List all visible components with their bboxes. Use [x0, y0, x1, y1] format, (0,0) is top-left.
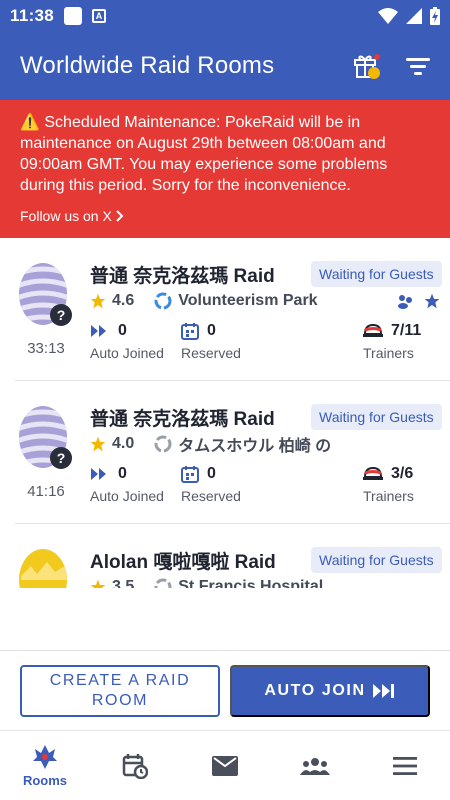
mail-icon [212, 755, 238, 776]
reserved-label: Reserved [181, 345, 241, 361]
raid-title: 普通 奈克洛茲瑪 Raid [90, 409, 275, 430]
maintenance-banner: ⚠️ Scheduled Maintenance: PokeRaid will … [0, 100, 450, 238]
status-bar: 11:38 A [0, 0, 450, 32]
auto-joined-label: Auto Joined [90, 488, 164, 504]
app-bar: Worldwide Raid Rooms [0, 32, 450, 100]
group-icon [300, 757, 330, 775]
notification-a-icon: A [92, 9, 107, 23]
status-icons [378, 7, 440, 25]
raid-list-item[interactable]: Alolan 嘎啦嘎啦 Raid Waiting for Guests 3.5 … [15, 524, 450, 588]
reserved-value: 0 [207, 322, 216, 339]
star-icon [90, 436, 106, 452]
raid-list[interactable]: ? 33:13 普通 奈克洛茲瑪 Raid Waiting for Guests… [0, 238, 450, 588]
raid-meta: 4.0 タムスホウル 柏崎 の [90, 433, 440, 455]
raid-extra-icons [396, 290, 440, 312]
team-neutral-icon [154, 435, 172, 453]
reserved-label: Reserved [181, 488, 241, 504]
auto-joined-stat: 0 Auto Joined [90, 463, 164, 504]
auto-joined-value: 0 [118, 322, 127, 339]
bottom-nav: Rooms [0, 730, 450, 800]
auto-joined-value: 0 [118, 465, 127, 482]
page-title: Worldwide Raid Rooms [20, 52, 275, 79]
reserved-stat: 0 Reserved [181, 463, 241, 504]
calendar-icon [181, 466, 199, 483]
auto-join-label: AUTO JOIN [264, 682, 366, 699]
double-chevron-icon [372, 684, 394, 698]
svg-text:?: ? [57, 307, 66, 323]
auto-join-button[interactable]: AUTO JOIN [230, 665, 430, 717]
nav-rooms-label: Rooms [22, 773, 68, 788]
raid-list-item[interactable]: ? 33:13 普通 奈克洛茲瑪 Raid Waiting for Guests… [15, 238, 450, 381]
maintenance-text: ⚠️ Scheduled Maintenance: PokeRaid will … [20, 114, 388, 194]
status-badge: Waiting for Guests [311, 404, 442, 430]
nav-schedule[interactable] [90, 731, 180, 800]
raid-timer: 41:16 [27, 483, 65, 500]
follow-us-link[interactable]: Follow us on X [20, 208, 124, 224]
notification-square-icon [64, 7, 83, 25]
double-chevron-icon [91, 325, 106, 337]
host-rating: 3.5 [112, 578, 135, 588]
raid-egg-icon: ? [17, 260, 77, 330]
gift-icon [354, 54, 380, 79]
raid-location: タムスホウル 柏崎 の [178, 438, 332, 455]
raid-meta: 3.5 St Francis Hospital [90, 576, 440, 588]
trainers-stat: 7/11 Trainers [363, 320, 421, 361]
team-mystic-icon [154, 292, 172, 310]
hamburger-menu-icon [393, 756, 417, 775]
star-icon [90, 293, 106, 309]
svg-text:?: ? [57, 450, 66, 466]
auto-joined-stat: 0 Auto Joined [90, 320, 164, 361]
nav-messages[interactable] [180, 731, 270, 800]
raid-location: Volunteerism Park [178, 292, 318, 309]
signal-icon [406, 8, 422, 24]
raid-location: St Francis Hospital [178, 578, 324, 588]
raid-list-item[interactable]: ? 41:16 普通 奈克洛茲瑪 Raid Waiting for Guests… [15, 381, 450, 524]
filter-icon [406, 58, 430, 75]
status-badge: Waiting for Guests [311, 547, 442, 573]
raid-title: Alolan 嘎啦嘎啦 Raid [90, 552, 276, 573]
trainer-hat-icon [363, 467, 383, 480]
chevron-right-icon [116, 210, 124, 222]
team-neutral-icon [154, 578, 172, 588]
host-rating: 4.6 [112, 292, 135, 309]
trainer-hat-icon [363, 324, 383, 337]
sparkle-icon [424, 293, 440, 309]
raid-meta: 4.6 Volunteerism Park [90, 290, 440, 312]
action-bar: CREATE A RAID ROOM AUTO JOIN [0, 650, 450, 730]
nav-friends[interactable] [270, 731, 360, 800]
trainers-stat: 3/6 Trainers [363, 463, 414, 504]
calendar-icon [181, 323, 199, 340]
filter-button[interactable] [406, 56, 430, 76]
raid-title: 普通 奈克洛茲瑪 Raid [90, 266, 275, 287]
double-chevron-icon [91, 468, 106, 480]
trainers-value: 3/6 [391, 465, 414, 482]
auto-joined-label: Auto Joined [90, 345, 164, 361]
trainers-value: 7/11 [391, 322, 422, 339]
host-rating: 4.0 [112, 435, 135, 452]
raid-timer: 33:13 [27, 340, 65, 357]
create-raid-room-button[interactable]: CREATE A RAID ROOM [20, 665, 220, 717]
status-time: 11:38 [10, 6, 55, 25]
wifi-icon [378, 8, 398, 24]
calendar-clock-icon [122, 753, 148, 779]
trainers-label: Trainers [363, 345, 414, 361]
group-icon [398, 295, 412, 309]
battery-icon [430, 7, 440, 25]
app-bar-actions [352, 51, 430, 81]
follow-us-label: Follow us on X [20, 208, 112, 224]
raid-egg-icon [17, 546, 77, 588]
status-badge: Waiting for Guests [311, 261, 442, 287]
kyogre-icon [33, 745, 57, 769]
create-raid-room-label: CREATE A RAID ROOM [49, 672, 191, 709]
reserved-stat: 0 Reserved [181, 320, 241, 361]
nav-menu[interactable] [360, 731, 450, 800]
star-icon [90, 579, 106, 588]
gift-button[interactable] [352, 51, 382, 81]
trainers-label: Trainers [363, 488, 414, 504]
reserved-value: 0 [207, 465, 216, 482]
raid-egg-icon: ? [17, 403, 77, 473]
nav-rooms[interactable]: Rooms [0, 731, 90, 800]
